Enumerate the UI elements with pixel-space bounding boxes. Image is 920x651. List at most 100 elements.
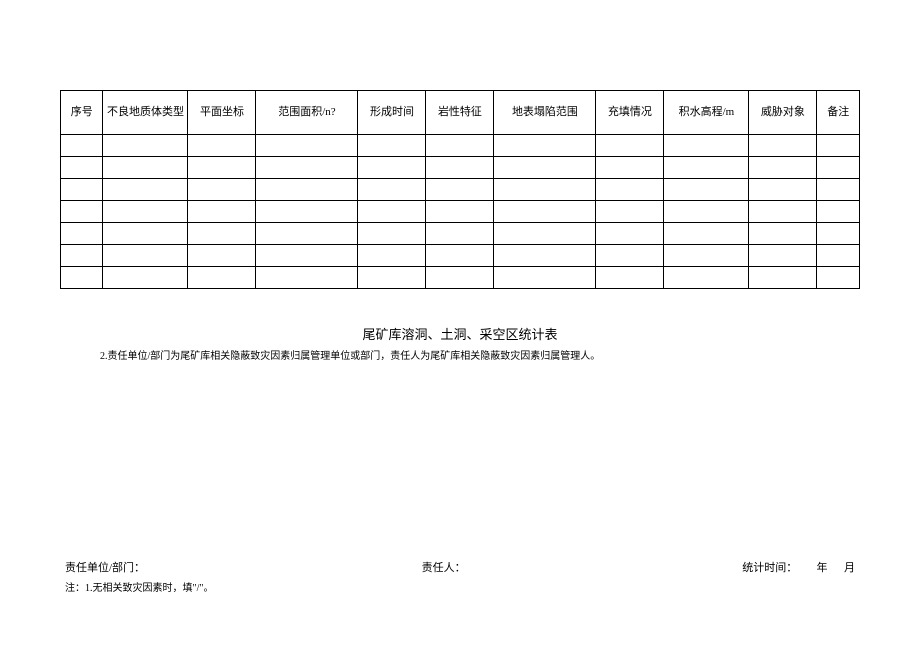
table-cell	[256, 201, 358, 223]
table-cell	[358, 267, 426, 289]
table-cell	[358, 157, 426, 179]
table-cell	[358, 179, 426, 201]
table-cell	[103, 135, 188, 157]
header-type: 不良地质体类型	[103, 91, 188, 135]
table-cell	[749, 179, 817, 201]
table-cell	[188, 135, 256, 157]
header-time: 形成时间	[358, 91, 426, 135]
table-cell	[61, 179, 103, 201]
header-fill: 充填情况	[596, 91, 664, 135]
subtitle: 尾矿库溶洞、土洞、采空区统计表	[60, 324, 860, 343]
table-cell	[256, 223, 358, 245]
table-cell	[188, 245, 256, 267]
table-cell	[426, 245, 494, 267]
table-cell	[358, 201, 426, 223]
table-cell	[426, 267, 494, 289]
table-cell	[61, 135, 103, 157]
table-cell	[494, 245, 596, 267]
table-cell	[817, 223, 860, 245]
table-cell	[103, 179, 188, 201]
table-cell	[664, 179, 749, 201]
table-cell	[817, 179, 860, 201]
table-cell	[664, 135, 749, 157]
table-cell	[358, 135, 426, 157]
table-row	[61, 135, 860, 157]
table-cell	[494, 157, 596, 179]
table-cell	[61, 157, 103, 179]
table-cell	[426, 201, 494, 223]
table-cell	[817, 201, 860, 223]
table-cell	[188, 223, 256, 245]
table-cell	[256, 179, 358, 201]
table-cell	[61, 201, 103, 223]
table-cell	[188, 157, 256, 179]
table-cell	[103, 267, 188, 289]
table-cell	[103, 223, 188, 245]
header-water: 积水高程/m	[664, 91, 749, 135]
footer-person: 责任人：	[422, 559, 466, 575]
table-cell	[103, 157, 188, 179]
table-cell	[256, 135, 358, 157]
table-cell	[188, 179, 256, 201]
table-header-row: 序号 不良地质体类型 平面坐标 范围面积/n? 形成时间 岩性特征 地表塌陷范围…	[61, 91, 860, 135]
footer-note: 注：1.无相关致灾因素时，填"/"。	[65, 581, 245, 596]
table-cell	[256, 245, 358, 267]
table-cell	[817, 135, 860, 157]
table-cell	[494, 179, 596, 201]
table-row	[61, 267, 860, 289]
header-area: 范围面积/n?	[256, 91, 358, 135]
table-cell	[749, 201, 817, 223]
table-cell	[256, 267, 358, 289]
note-mid: 2.责任单位/部门为尾矿库相关隐蔽致灾因素归属管理单位或部门，责任人为尾矿库相关…	[100, 349, 860, 364]
table-cell	[749, 135, 817, 157]
table-cell	[817, 157, 860, 179]
table-cell	[664, 201, 749, 223]
table-cell	[426, 157, 494, 179]
table-cell	[358, 245, 426, 267]
table-cell	[596, 135, 664, 157]
header-remark: 备注	[817, 91, 860, 135]
geological-table: 序号 不良地质体类型 平面坐标 范围面积/n? 形成时间 岩性特征 地表塌陷范围…	[60, 90, 860, 289]
table-cell	[664, 245, 749, 267]
table-cell	[749, 223, 817, 245]
table-cell	[256, 157, 358, 179]
table-row	[61, 223, 860, 245]
table-cell	[426, 135, 494, 157]
table-cell	[61, 245, 103, 267]
table-row	[61, 157, 860, 179]
table-cell	[188, 267, 256, 289]
footer-dept: 责任单位/部门：	[65, 559, 145, 575]
table-cell	[817, 267, 860, 289]
table-cell	[596, 267, 664, 289]
table-cell	[596, 245, 664, 267]
table-cell	[596, 223, 664, 245]
table-cell	[664, 223, 749, 245]
header-collapse: 地表塌陷范围	[494, 91, 596, 135]
table-cell	[664, 267, 749, 289]
header-lith: 岩性特征	[426, 91, 494, 135]
table-body	[61, 135, 860, 289]
table-row	[61, 201, 860, 223]
header-threat: 威胁对象	[749, 91, 817, 135]
table-cell	[61, 267, 103, 289]
table-cell	[749, 245, 817, 267]
table-cell	[749, 267, 817, 289]
table-cell	[426, 179, 494, 201]
footer-time: 统计时间： 年 月	[742, 559, 855, 575]
table-cell	[494, 223, 596, 245]
table-cell	[494, 267, 596, 289]
table-cell	[664, 157, 749, 179]
table-cell	[188, 201, 256, 223]
table-cell	[596, 179, 664, 201]
table-cell	[494, 201, 596, 223]
header-coord: 平面坐标	[188, 91, 256, 135]
footer-row: 责任单位/部门： 责任人： 统计时间： 年 月	[60, 559, 860, 575]
table-cell	[596, 157, 664, 179]
table-cell	[103, 245, 188, 267]
table-cell	[103, 201, 188, 223]
table-row	[61, 245, 860, 267]
table-cell	[596, 201, 664, 223]
table-cell	[494, 135, 596, 157]
header-seq: 序号	[61, 91, 103, 135]
table-cell	[749, 157, 817, 179]
